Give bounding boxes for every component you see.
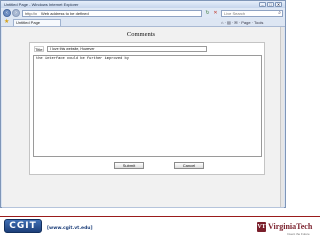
university-name: VirginiaTech [268, 222, 313, 231]
search-icon[interactable]: ⌕ [278, 10, 281, 16]
tab-untitled-page[interactable]: Untitled Page [13, 19, 61, 26]
cancel-button[interactable]: Cancel [174, 162, 204, 169]
address-prefix: http://x [25, 10, 38, 16]
close-button[interactable]: ✕ [275, 2, 282, 7]
browser-window: Untitled Page - Windows Internet Explore… [0, 0, 286, 208]
submit-button[interactable]: Submit [114, 162, 144, 169]
refresh-icon[interactable]: ↻ [204, 10, 211, 16]
virginia-tech-logo: VT VirginiaTech Invent the Future [257, 222, 317, 236]
title-bar: Untitled Page - Windows Internet Explore… [1, 1, 285, 8]
title-input[interactable]: I love this website, However [47, 46, 207, 52]
stop-icon[interactable]: ✕ [212, 10, 219, 16]
page-title: Comments [126, 31, 156, 38]
status-bar [2, 207, 284, 208]
search-input[interactable]: Live Search ⌕ [221, 9, 283, 17]
forward-button[interactable]: › [12, 9, 20, 17]
footer-divider [0, 216, 320, 217]
address-value: Web address to be defined [41, 10, 89, 16]
title-label: Title: [34, 46, 44, 52]
cgit-logo: CGIT [4, 219, 42, 233]
footer-url: [www.cgit.vt.edu] [47, 226, 93, 231]
command-bar[interactable]: ⌂ · ▤ · ✉ · Page · Tools [221, 19, 263, 26]
vertical-scrollbar[interactable] [280, 27, 284, 207]
search-placeholder: Live Search [224, 10, 246, 16]
address-input[interactable]: http://x Web address to be defined [22, 9, 202, 17]
window-title: Untitled Page - Windows Internet Explore… [4, 2, 79, 7]
comment-textarea[interactable]: the interface could be further improved … [33, 55, 262, 157]
minimize-button[interactable]: – [259, 2, 266, 7]
page-content: Comments Title: I love this website, How… [2, 27, 284, 207]
vt-shield-icon: VT [257, 222, 266, 232]
back-button[interactable]: ‹ [3, 9, 11, 17]
tab-bar: ★ Untitled Page ⌂ · ▤ · ✉ · Page · Tools [1, 18, 285, 27]
address-toolbar: ‹ › http://x Web address to be defined ↻ … [1, 8, 285, 18]
university-tagline: Invent the Future [287, 232, 310, 236]
favorites-star-icon[interactable]: ★ [4, 19, 9, 26]
comment-form: Title: I love this website, However the … [29, 42, 265, 175]
maximize-button[interactable]: □ [267, 2, 274, 7]
